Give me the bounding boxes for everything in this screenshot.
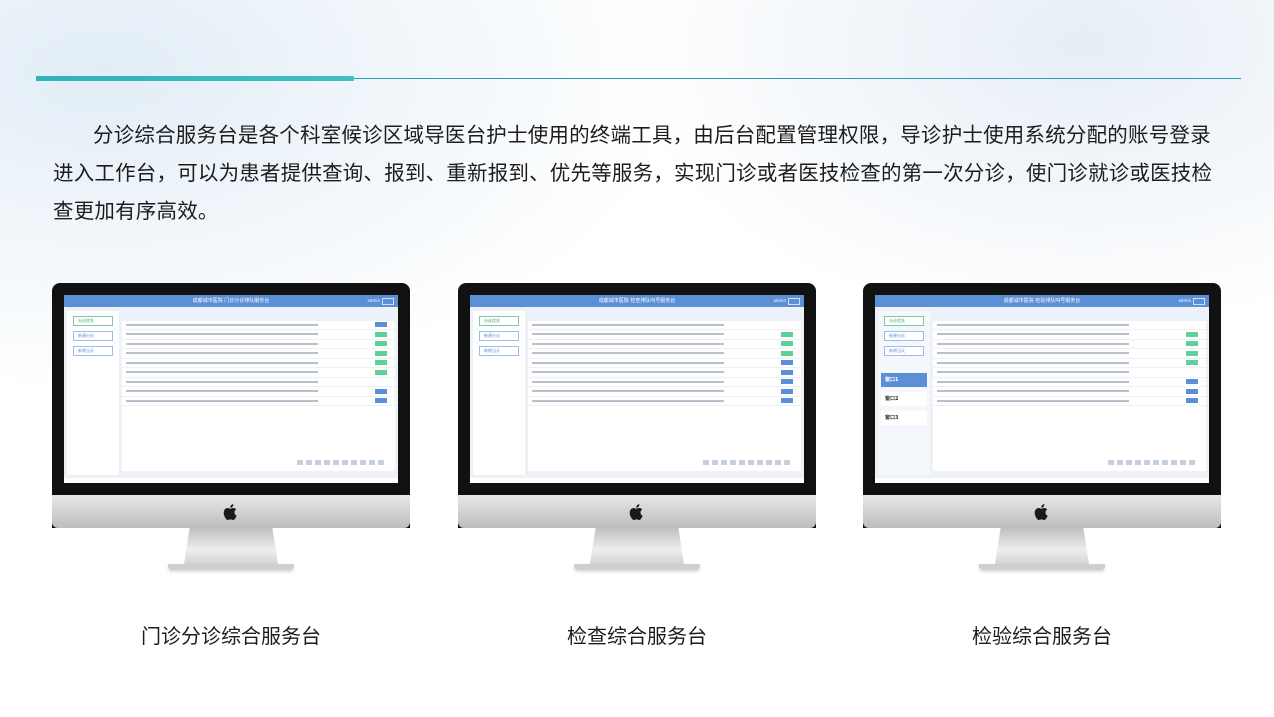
side-button[interactable]: 新增当天	[884, 346, 924, 356]
table-row	[528, 340, 801, 349]
side-button[interactable]: 新建分诊	[73, 331, 113, 341]
apple-logo-icon	[629, 504, 643, 520]
window-tab[interactable]: 窗口3	[881, 411, 927, 425]
screen-outpatient: 成都城市医院 门诊分诊排队服务台 admin 分诊优先 新建分诊 新增当天	[64, 295, 398, 483]
table-row	[933, 340, 1206, 349]
screen-title: 成都城市医院 检查排队叫号服务台	[598, 298, 676, 304]
table-row	[933, 330, 1206, 340]
table-row	[528, 349, 801, 359]
pagination[interactable]	[1108, 460, 1198, 465]
table-row	[122, 340, 395, 349]
monitor-exam: 成都城市医院 检查排队叫号服务台 admin 分诊优先 新建分诊 新增当天 检查…	[458, 283, 816, 648]
table-row	[528, 359, 801, 368]
monitor-lab: 成都城市医院 检验排队叫号服务台 admin 分诊优先 新建分诊 新增当天 窗口…	[863, 283, 1221, 648]
table-row	[122, 321, 395, 330]
table-row	[933, 368, 1206, 378]
intro-paragraph: 分诊综合服务台是各个科室候诊区域导医台护士使用的终端工具，由后台配置管理权限，导…	[53, 123, 1213, 223]
window-tab[interactable]: 窗口2	[881, 392, 927, 406]
screen-user: admin	[773, 298, 786, 303]
screen-sidebar: 分诊优先 新建分诊 新增当天	[473, 311, 525, 475]
side-button[interactable]: 新建分诊	[884, 331, 924, 341]
table-header-row	[528, 311, 801, 321]
table-row	[528, 397, 801, 406]
table-row	[122, 368, 395, 378]
table-row	[122, 330, 395, 340]
table-row	[528, 368, 801, 378]
table-header-row	[122, 311, 395, 321]
table-row	[933, 321, 1206, 330]
header-accent-bar	[36, 76, 354, 81]
monitor-stand-neck	[184, 528, 278, 564]
logout-button[interactable]	[788, 298, 800, 305]
screen-sidebar: 分诊优先 新建分诊 新增当天	[67, 311, 119, 475]
monitor-stand-base	[574, 564, 700, 570]
apple-logo-icon	[223, 504, 237, 520]
screen-table	[122, 311, 395, 471]
table-row	[122, 359, 395, 368]
table-row	[933, 349, 1206, 359]
monitor-caption: 检查综合服务台	[567, 624, 707, 648]
table-row	[122, 378, 395, 387]
screen-title: 成都城市医院 检验排队叫号服务台	[1003, 298, 1081, 304]
table-row	[528, 378, 801, 387]
screen-sidebar: 分诊优先 新建分诊 新增当天 窗口1 窗口2 窗口3	[878, 311, 930, 475]
screen-header: 成都城市医院 检验排队叫号服务台 admin	[875, 295, 1209, 307]
screen-header: 成都城市医院 检查排队叫号服务台 admin	[470, 295, 804, 307]
screen-header: 成都城市医院 门诊分诊排队服务台 admin	[64, 295, 398, 307]
screen-lab: 成都城市医院 检验排队叫号服务台 admin 分诊优先 新建分诊 新增当天 窗口…	[875, 295, 1209, 483]
monitor-stand-neck	[590, 528, 684, 564]
table-row	[528, 321, 801, 330]
monitor-stand-base	[979, 564, 1105, 570]
screen-user: admin	[1178, 298, 1191, 303]
table-row	[933, 359, 1206, 368]
screen-table	[933, 311, 1206, 471]
monitor-stand-base	[168, 564, 294, 570]
screen-user: admin	[367, 298, 380, 303]
logout-button[interactable]	[382, 298, 394, 305]
table-header-row	[933, 311, 1206, 321]
side-button[interactable]: 新增当天	[479, 346, 519, 356]
pagination[interactable]	[703, 460, 793, 465]
table-row	[528, 387, 801, 397]
apple-logo-icon	[1034, 504, 1048, 520]
monitor-caption: 检验综合服务台	[972, 624, 1112, 648]
monitor-caption: 门诊分诊综合服务台	[141, 624, 321, 648]
table-row	[122, 387, 395, 397]
logout-button[interactable]	[1193, 298, 1205, 305]
table-row	[122, 397, 395, 406]
screen-footer	[470, 478, 804, 483]
table-row	[528, 330, 801, 340]
screen-footer	[64, 478, 398, 483]
side-button[interactable]: 分诊优先	[479, 316, 519, 326]
screen-title: 成都城市医院 门诊分诊排队服务台	[192, 298, 270, 304]
side-button[interactable]: 分诊优先	[884, 316, 924, 326]
monitor-stand-neck	[995, 528, 1089, 564]
side-button[interactable]: 新增当天	[73, 346, 113, 356]
side-button[interactable]: 新建分诊	[479, 331, 519, 341]
screen-table	[528, 311, 801, 471]
monitor-outpatient: 成都城市医院 门诊分诊排队服务台 admin 分诊优先 新建分诊 新增当天 门诊…	[52, 283, 410, 648]
pagination[interactable]	[297, 460, 387, 465]
table-row	[122, 349, 395, 359]
side-button[interactable]: 分诊优先	[73, 316, 113, 326]
table-row	[933, 378, 1206, 387]
table-row	[933, 387, 1206, 397]
screen-footer	[875, 478, 1209, 483]
table-row	[933, 397, 1206, 406]
window-tab[interactable]: 窗口1	[881, 373, 927, 387]
screen-exam: 成都城市医院 检查排队叫号服务台 admin 分诊优先 新建分诊 新增当天	[470, 295, 804, 483]
